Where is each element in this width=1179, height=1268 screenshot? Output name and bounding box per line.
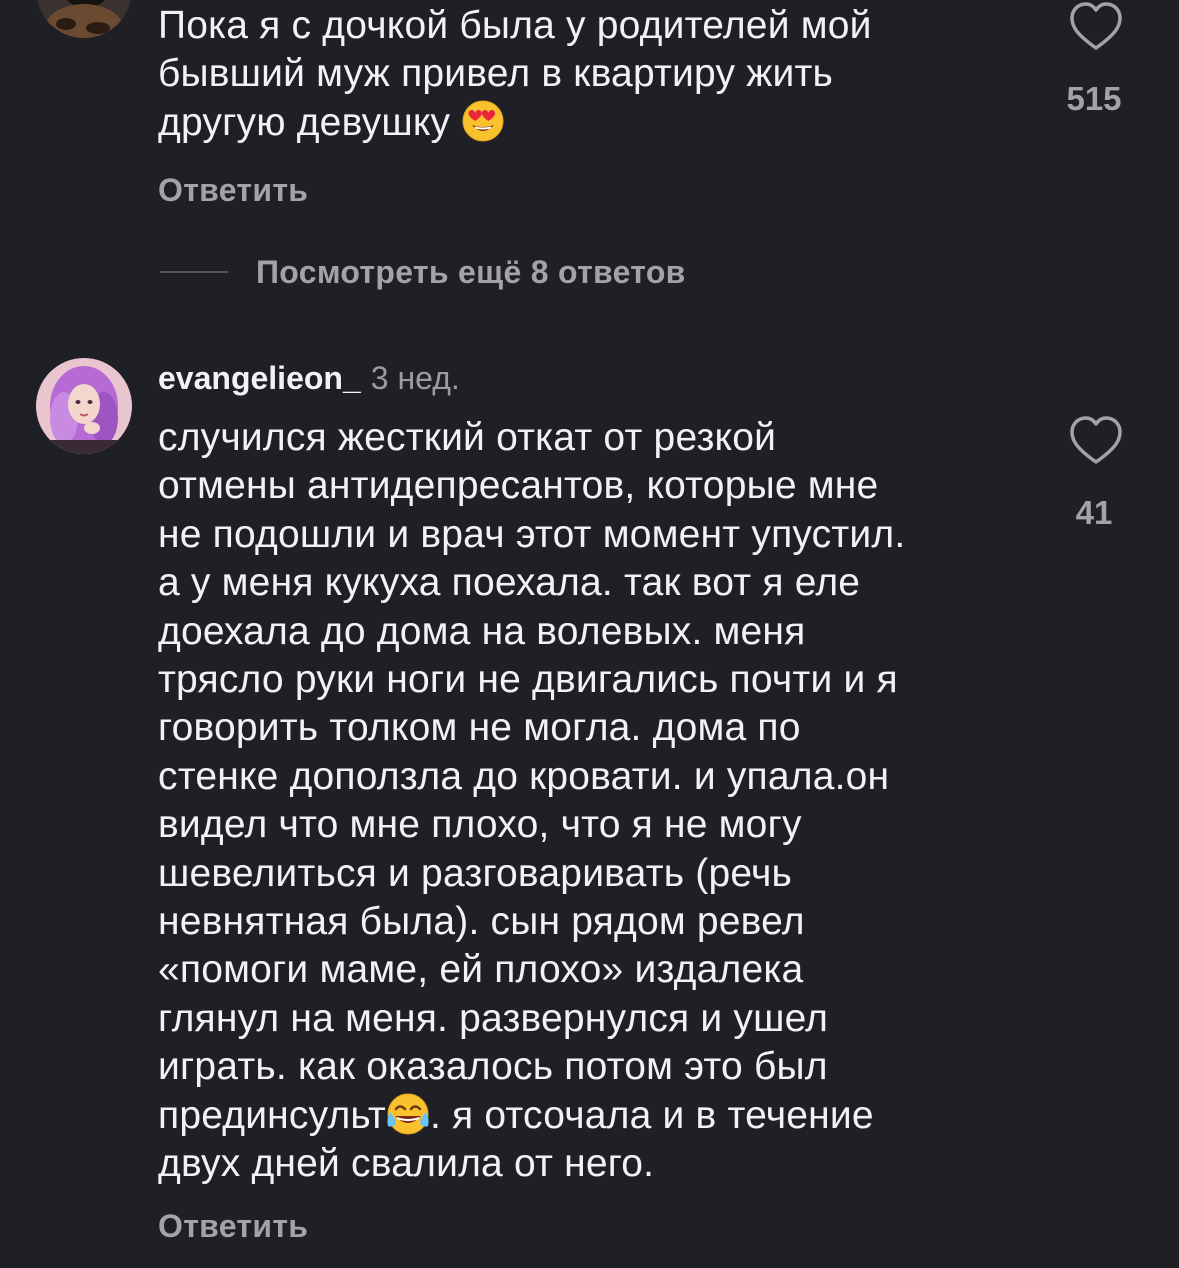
reply-button[interactable]: Ответить bbox=[158, 1208, 308, 1245]
tears-of-joy-emoji bbox=[386, 1092, 430, 1136]
view-more-replies-button[interactable]: Посмотреть ещё 8 ответов bbox=[160, 252, 686, 292]
timestamp: 3 нед. bbox=[370, 360, 460, 396]
username[interactable]: evangelieon_ bbox=[158, 360, 361, 396]
view-more-label: Посмотреть ещё 8 ответов bbox=[256, 253, 686, 290]
like-count: 515 bbox=[1066, 80, 1122, 117]
heart-eyes-emoji bbox=[461, 99, 505, 143]
comment-text: случился жесткий откат от резкой отмены … bbox=[158, 416, 906, 1186]
avatar[interactable] bbox=[36, 0, 132, 38]
heart-outline-icon[interactable] bbox=[1066, 414, 1126, 474]
heart-outline-icon[interactable] bbox=[1066, 0, 1126, 60]
thread-divider-line bbox=[160, 271, 228, 273]
avatar[interactable] bbox=[36, 358, 132, 454]
like-count: 41 bbox=[1075, 494, 1113, 531]
comment-meta: evangelieon_ 3 нед. bbox=[158, 360, 460, 397]
reply-button[interactable]: Ответить bbox=[158, 172, 308, 209]
comment-text: Пока я с дочкой была у родителей мой быв… bbox=[158, 4, 872, 144]
